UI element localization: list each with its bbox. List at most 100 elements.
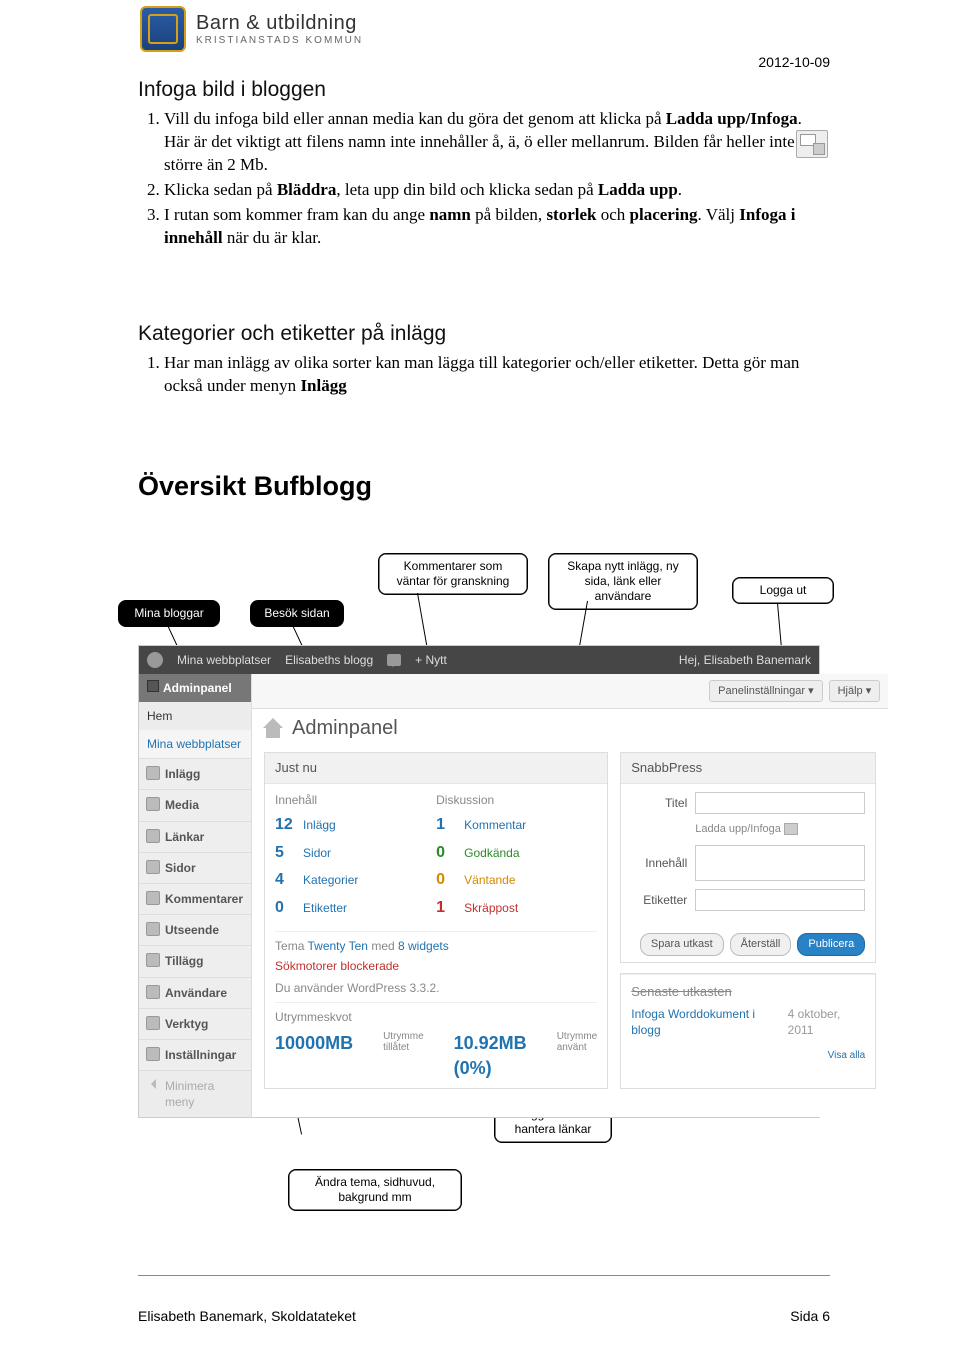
seo-blocked: Sökmotorer blockerade	[275, 958, 597, 974]
callout-my-blogs: Mina bloggar	[118, 600, 220, 627]
wp-main-area: Panelinställningar ▾ Hjälp ▾ Adminpanel …	[252, 674, 888, 1118]
sidebar-home[interactable]: Hem	[139, 702, 251, 730]
menu-icon	[146, 1047, 160, 1061]
insert-image-steps: Vill du infoga bild eller annan media ka…	[164, 108, 830, 250]
brand-text: Barn & utbildning KRISTIANSTADS KOMMUN	[196, 12, 363, 46]
bar-my-sites[interactable]: Mina webbplatser	[177, 652, 271, 668]
sidebar-item[interactable]: Länkar	[139, 821, 251, 852]
sidebar-item[interactable]: Kommentarer	[139, 883, 251, 914]
snabbpress-head: SnabbPress	[621, 753, 875, 784]
callout-visit-site: Besök sidan	[250, 600, 344, 627]
adminpanel-house-icon	[264, 720, 284, 738]
bar-comments-icon[interactable]	[387, 654, 401, 666]
step-1: Vill du infoga bild eller annan media ka…	[164, 108, 830, 177]
insert-media-icon	[796, 130, 828, 158]
sidebar-minimize[interactable]: Minimera meny	[139, 1070, 251, 1117]
brand-main: Barn & utbildning	[196, 12, 363, 35]
brand-sub: KRISTIANSTADS KOMMUN	[196, 35, 363, 46]
bar-blog-name[interactable]: Elisabeths blogg	[285, 652, 373, 668]
wordpress-admin-screenshot: Mina webbplatser Elisabeths blogg + Nytt…	[138, 645, 820, 1119]
overview-diagram: Mina bloggar Besök sidan Kommentarer som…	[118, 545, 838, 1245]
stat-row: 0Godkända	[436, 842, 597, 864]
menu-icon	[146, 860, 160, 874]
step-2: Klicka sedan på Bläddra, leta upp din bi…	[164, 179, 830, 202]
categories-steps: Har man inlägg av olika sorter kan man l…	[164, 352, 830, 398]
stat-row: 0Väntande	[436, 869, 597, 891]
bar-new[interactable]: + Nytt	[415, 652, 447, 668]
sidebar-item[interactable]: Tillägg	[139, 945, 251, 976]
section-title-overview: Översikt Bufblogg	[138, 468, 830, 504]
menu-icon	[146, 985, 160, 999]
bar-hello-user[interactable]: Hej, Elisabeth Banemark	[679, 652, 811, 668]
input-titel[interactable]	[695, 792, 865, 814]
publish-button[interactable]: Publicera	[797, 933, 865, 956]
callout-pending-comments: Kommentarer som väntar för granskning	[378, 553, 528, 595]
drafts-head: Senaste utkasten	[631, 983, 865, 1001]
storage-allowed-value: 10000MB	[275, 1031, 353, 1055]
section-title-insert-image: Infoga bild i bloggen	[138, 76, 830, 104]
menu-icon	[146, 766, 160, 780]
page-footer: Elisabeth Banemark, Skoldatateket Sida 6	[0, 1276, 960, 1334]
just-nu-head: Just nu	[265, 753, 607, 784]
input-innehall[interactable]	[695, 845, 865, 881]
help-tab[interactable]: Hjälp ▾	[829, 680, 881, 703]
stat-row: 5Sidor	[275, 842, 436, 864]
menu-icon	[146, 797, 160, 811]
stat-row: 12Inlägg	[275, 814, 436, 836]
house-icon	[147, 680, 159, 692]
callout-change-theme: Ändra tema, sidhuvud, bakgrund mm	[288, 1169, 462, 1211]
upload-insert-link[interactable]: Ladda upp/Infoga	[695, 822, 798, 837]
storage-row: 10000MB Utrymme tillåtet 10.92MB (0%)	[275, 1031, 597, 1080]
footer-page: Sida 6	[790, 1308, 830, 1324]
draft-link[interactable]: Infoga Worddokument i blogg	[631, 1006, 779, 1038]
sidebar-item[interactable]: Inlägg	[139, 758, 251, 789]
reset-button[interactable]: Återställ	[730, 933, 792, 956]
menu-icon	[146, 1016, 160, 1030]
save-draft-button[interactable]: Spara utkast	[640, 933, 724, 956]
sidebar-my-sites[interactable]: Mina webbplatser	[139, 730, 251, 758]
wp-version: Du använder WordPress 3.3.2.	[275, 980, 597, 996]
section-title-categories: Kategorier och etiketter på inlägg	[138, 320, 830, 348]
callout-create-new: Skapa nytt inlägg, ny sida, länk eller a…	[548, 553, 698, 610]
sidebar-item[interactable]: Media	[139, 789, 251, 820]
menu-icon	[146, 891, 160, 905]
theme-line: Tema Twenty Ten med 8 widgets	[275, 938, 597, 954]
stat-row: 0Etiketter	[275, 897, 436, 919]
stat-row: 4Kategorier	[275, 869, 436, 891]
document-date: 2012-10-09	[758, 54, 830, 70]
label-titel: Titel	[631, 795, 687, 811]
sidebar-item[interactable]: Användare	[139, 977, 251, 1008]
discussion-col-head: Diskussion	[436, 792, 597, 808]
wordpress-logo-icon[interactable]	[147, 652, 163, 668]
draft-date: 4 oktober, 2011	[788, 1006, 866, 1038]
box-just-nu: Just nu Innehåll 12Inlägg 5Sidor 4Kategori…	[264, 752, 608, 1088]
footer-author: Elisabeth Banemark, Skoldatateket	[138, 1308, 356, 1324]
menu-icon	[146, 922, 160, 936]
content-col-head: Innehåll	[275, 792, 436, 808]
step-3: I rutan som kommer fram kan du ange namn…	[164, 204, 830, 250]
cat-step-1: Har man inlägg av olika sorter kan man l…	[164, 352, 830, 398]
label-innehall: Innehåll	[631, 855, 687, 871]
storage-used-value: 10.92MB (0%)	[454, 1031, 527, 1080]
adminpanel-title: Adminpanel	[292, 715, 398, 742]
sidebar-item[interactable]: Sidor	[139, 852, 251, 883]
sidebar-item[interactable]: Utseende	[139, 914, 251, 945]
stat-row: 1Skräppost	[436, 897, 597, 919]
label-etiketter: Etiketter	[631, 892, 687, 908]
sidebar-adminpanel-header[interactable]: Adminpanel	[139, 674, 251, 702]
menu-icon	[146, 829, 160, 843]
input-etiketter[interactable]	[695, 889, 865, 911]
box-drafts: Senaste utkasten Infoga Worddokument i b…	[620, 973, 876, 1089]
stat-row: 1Kommentar	[436, 814, 597, 836]
collapse-arrow-icon	[146, 1079, 156, 1089]
upload-media-icon	[784, 823, 798, 835]
callout-logout: Logga ut	[732, 577, 834, 604]
menu-icon	[146, 953, 160, 967]
view-all-link[interactable]: Visa alla	[621, 1047, 875, 1069]
sidebar-item[interactable]: Inställningar	[139, 1039, 251, 1070]
quota-label: Utrymmeskvot	[275, 1009, 597, 1025]
screen-options-tab[interactable]: Panelinställningar ▾	[709, 680, 822, 703]
sidebar-item[interactable]: Verktyg	[139, 1008, 251, 1039]
page-header: Barn & utbildning KRISTIANSTADS KOMMUN	[0, 0, 960, 58]
municipality-logo-icon	[140, 6, 186, 52]
